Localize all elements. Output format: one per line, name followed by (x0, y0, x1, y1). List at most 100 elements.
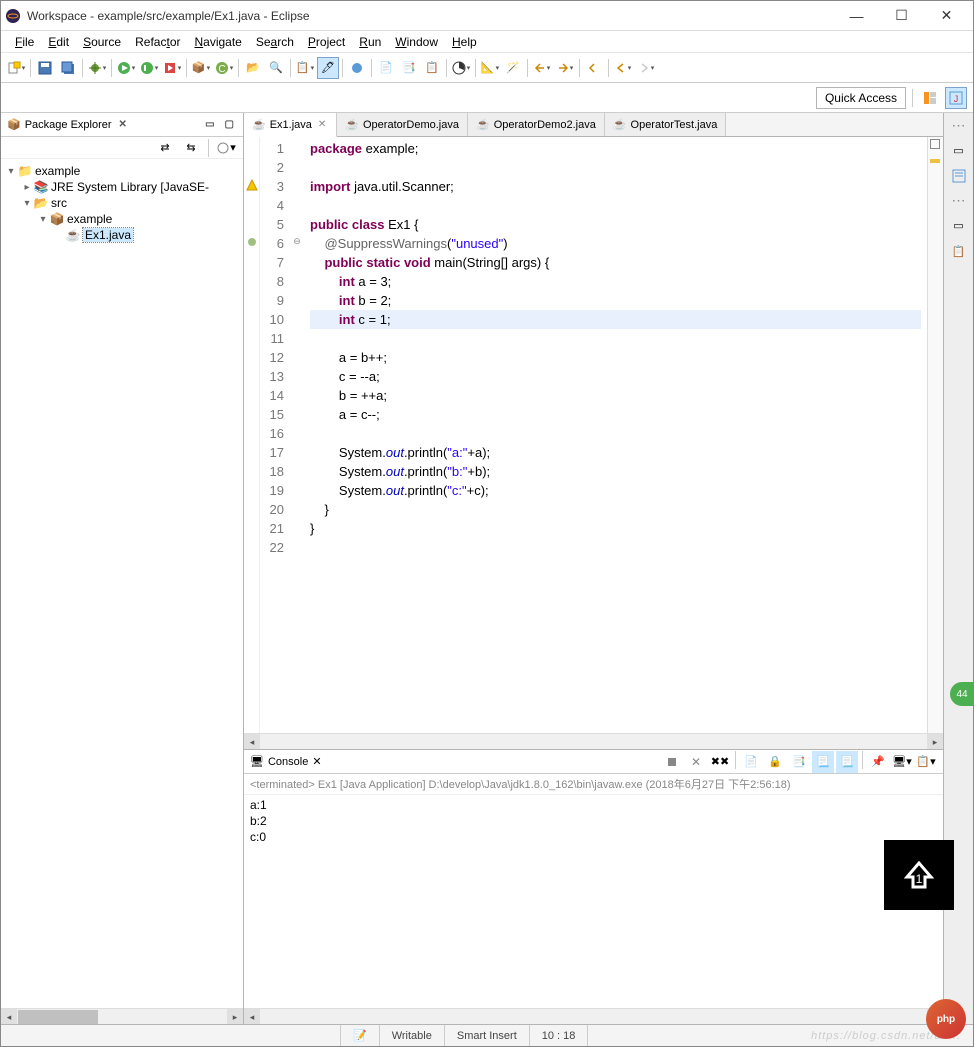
tree-item-jre-system-library--javase-[interactable]: ▸📚JRE System Library [JavaSE- (3, 179, 241, 195)
menu-help[interactable]: Help (446, 33, 483, 51)
tree-item-ex1-java[interactable]: ☕Ex1.java (3, 227, 241, 243)
show-on-out-button[interactable]: 📃 (812, 751, 834, 773)
remove-launch-button[interactable]: ✕ (685, 751, 707, 773)
tab-operatordemo-java[interactable]: ☕OperatorDemo.java (337, 113, 468, 136)
svg-text:✕: ✕ (691, 756, 701, 768)
display-selected-button[interactable]: 🖥▾ (891, 751, 913, 773)
menu-source[interactable]: Source (77, 33, 127, 51)
view-maximize-button[interactable]: ▢ (222, 119, 237, 130)
new-class-button[interactable]: C▾ (213, 57, 235, 79)
menu-search[interactable]: Search (250, 33, 300, 51)
console-icon: 🖥 (250, 755, 264, 768)
restore2-icon[interactable]: ▭ (949, 215, 969, 235)
tab-ex1-java[interactable]: ☕Ex1.java✕ (244, 113, 337, 137)
console-panel: 🖥 Console ✕ ✕ ✖✖ 📄 🔒 📑 📃 📃 📌 🖥▾ (244, 749, 943, 1024)
menu-file[interactable]: File (9, 33, 40, 51)
new-package-button[interactable]: 📦▾ (190, 57, 212, 79)
prev-annotation-button[interactable]: ▾ (531, 57, 553, 79)
overview-ruler[interactable] (927, 137, 943, 733)
menu-run[interactable]: Run (353, 33, 387, 51)
link-editor-button[interactable]: ⇆ (180, 137, 202, 159)
tasks-icon[interactable]: 📋 (949, 241, 969, 261)
open-console-button[interactable]: 📋▾ (915, 751, 937, 773)
remove-all-button[interactable]: ✖✖ (709, 751, 731, 773)
floating-badge[interactable]: 44 (950, 682, 974, 706)
back-button[interactable]: ▾ (612, 57, 634, 79)
open-task-button[interactable]: 📋▾ (294, 57, 316, 79)
tb-icon-2[interactable]: 📑 (398, 57, 420, 79)
tb-icon-wand[interactable]: 🪄 (502, 57, 524, 79)
code-area[interactable]: package example;import java.util.Scanner… (304, 137, 927, 733)
search-button[interactable]: 🔍 (265, 57, 287, 79)
quick-access-field[interactable]: Quick Access (816, 87, 906, 109)
tree-item-src[interactable]: ▾📂src (3, 195, 241, 211)
scroll-lock-button[interactable]: 🔒 (764, 751, 786, 773)
new-button[interactable]: ▾ (5, 57, 27, 79)
restore-icon[interactable]: ▭ (949, 140, 969, 160)
package-explorer-title: Package Explorer (25, 119, 112, 131)
collapse-all-button[interactable]: ⇄ (154, 137, 176, 159)
next-annotation-button[interactable]: ▾ (554, 57, 576, 79)
tb-icon-3[interactable]: 📋 (421, 57, 443, 79)
package-explorer-icon: 📦 (7, 118, 21, 131)
scroll-thumb[interactable] (18, 1010, 98, 1024)
perspective-java-button[interactable]: J (945, 87, 967, 109)
tree-item-example[interactable]: ▾📦example (3, 211, 241, 227)
tb-icon-pie[interactable]: ▾ (450, 57, 472, 79)
view-menu-button[interactable]: ▾ (215, 137, 237, 159)
show-on-err-button[interactable]: 📃 (836, 751, 858, 773)
package-tree[interactable]: ▾📁example▸📚JRE System Library [JavaSE-▾📂… (1, 159, 243, 1008)
debug-button[interactable]: ▾ (86, 57, 108, 79)
editor-panel: ☕Ex1.java✕☕OperatorDemo.java☕OperatorDem… (244, 113, 943, 1024)
menu-navigate[interactable]: Navigate (188, 33, 247, 51)
view-minimize-button[interactable]: ▭ (202, 119, 217, 130)
menu-refactor[interactable]: Refactor (129, 33, 186, 51)
perspective-open-button[interactable] (919, 87, 941, 109)
editor-body[interactable]: 12345678910111213141516171819202122 ⊖ pa… (244, 137, 943, 733)
h-scrollbar[interactable]: ◂ ▸ (1, 1008, 243, 1024)
close-button[interactable]: ✕ (924, 2, 969, 30)
tb-icon-1[interactable]: 📄 (375, 57, 397, 79)
prev-edit-button[interactable] (583, 57, 605, 79)
terminate-button[interactable] (661, 751, 683, 773)
editor-h-scrollbar[interactable]: ◂ ▸ (244, 733, 943, 749)
tab-close-icon[interactable]: ✕ (316, 119, 328, 130)
watermark-text: https://blog.csdn.net/an... (588, 1030, 973, 1042)
view-close-button[interactable]: ✕ (116, 119, 130, 130)
avatar-badge[interactable]: php (926, 999, 966, 1039)
tab-operatortest-java[interactable]: ☕OperatorTest.java (605, 113, 727, 136)
tab-operatordemo2-java[interactable]: ☕OperatorDemo2.java (468, 113, 605, 136)
word-wrap-button[interactable]: 📑 (788, 751, 810, 773)
forward-button[interactable]: ▾ (635, 57, 657, 79)
clear-console-button[interactable]: 📄 (740, 751, 762, 773)
menu-edit[interactable]: Edit (42, 33, 75, 51)
open-type-button[interactable]: 📂 (242, 57, 264, 79)
console-title: Console (268, 756, 308, 768)
maximize-button[interactable]: ☐ (879, 2, 924, 30)
console-launch-info: <terminated> Ex1 [Java Application] D:\d… (244, 774, 943, 795)
eclipse-icon (5, 8, 21, 24)
package-explorer-header: 📦 Package Explorer ✕ ▭ ▢ (1, 113, 243, 137)
console-close-button[interactable]: ✕ (312, 755, 321, 768)
console-h-scrollbar[interactable]: ◂▸ (244, 1008, 943, 1024)
menu-window[interactable]: Window (389, 33, 444, 51)
tb-icon-4[interactable]: 📐▾ (479, 57, 501, 79)
outline-icon[interactable] (949, 166, 969, 186)
save-button[interactable] (34, 57, 56, 79)
tree-item-example[interactable]: ▾📁example (3, 163, 241, 179)
editor-tabs: ☕Ex1.java✕☕OperatorDemo.java☕OperatorDem… (244, 113, 943, 137)
scroll-right-button[interactable]: ▸ (227, 1009, 243, 1024)
scroll-top-button[interactable]: 1 (884, 840, 954, 910)
pin-console-button[interactable]: 📌 (867, 751, 889, 773)
toggle-breadcrumb-button[interactable]: 🖊 (317, 57, 339, 79)
menu-project[interactable]: Project (302, 33, 351, 51)
title-bar: Workspace - example/src/example/Ex1.java… (1, 1, 973, 31)
coverage-button[interactable]: ▾ (138, 57, 160, 79)
console-output[interactable]: a:1b:2c:0 (244, 795, 943, 1008)
save-all-button[interactable] (57, 57, 79, 79)
run-button[interactable]: ▾ (115, 57, 137, 79)
scroll-left-button[interactable]: ◂ (1, 1009, 17, 1024)
ext-tools-button[interactable]: ▾ (161, 57, 183, 79)
skip-breakpoints-button[interactable] (346, 57, 368, 79)
minimize-button[interactable]: — (834, 2, 879, 30)
